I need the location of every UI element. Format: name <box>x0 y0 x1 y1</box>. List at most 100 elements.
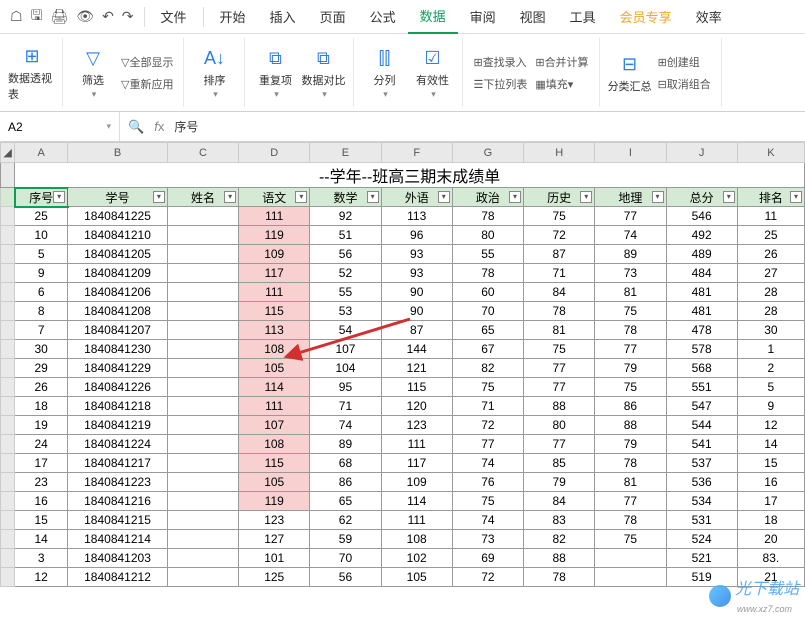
cell[interactable]: 70 <box>452 302 523 321</box>
cell[interactable]: 75 <box>452 378 523 397</box>
cell[interactable]: 524 <box>666 530 737 549</box>
cell[interactable]: 67 <box>452 340 523 359</box>
cell[interactable]: 1840841208 <box>68 302 168 321</box>
cell[interactable]: 115 <box>239 454 310 473</box>
create-group-button[interactable]: ⊞ 创建组 <box>654 51 715 73</box>
cell[interactable]: 9 <box>737 397 804 416</box>
redo-icon[interactable]: ↷ <box>122 8 134 25</box>
cell[interactable]: 9 <box>15 264 68 283</box>
col-H[interactable]: H <box>524 143 595 163</box>
cell[interactable]: 17 <box>15 454 68 473</box>
cell[interactable]: 24 <box>15 435 68 454</box>
subtotal-button[interactable]: ⊟ 分类汇总 <box>606 38 654 108</box>
cell[interactable]: 127 <box>239 530 310 549</box>
cell[interactable]: 144 <box>381 340 452 359</box>
cell[interactable]: 85 <box>524 454 595 473</box>
cell[interactable]: 108 <box>239 340 310 359</box>
search-icon[interactable]: 🔍 <box>128 119 144 135</box>
filter-icon[interactable]: ▾ <box>509 191 521 203</box>
cell[interactable]: 26 <box>15 378 68 397</box>
cell[interactable]: 547 <box>666 397 737 416</box>
column-headers[interactable]: ◢ A B C D E F G H I J K <box>1 143 805 163</box>
col-B[interactable]: B <box>68 143 168 163</box>
save-icon[interactable]: 🖫 <box>31 5 43 29</box>
cell[interactable]: 59 <box>310 530 381 549</box>
cell[interactable]: 125 <box>239 568 310 587</box>
cell[interactable]: 88 <box>595 416 666 435</box>
cell[interactable] <box>167 473 238 492</box>
cell[interactable]: 76 <box>452 473 523 492</box>
cell[interactable]: 89 <box>595 245 666 264</box>
cell[interactable]: 1840841207 <box>68 321 168 340</box>
col-C[interactable]: C <box>167 143 238 163</box>
cell[interactable]: 79 <box>524 473 595 492</box>
cell[interactable]: 75 <box>524 340 595 359</box>
cell[interactable]: 78 <box>595 454 666 473</box>
cell[interactable] <box>167 283 238 302</box>
cell[interactable]: 1840841209 <box>68 264 168 283</box>
cell[interactable]: 74 <box>595 226 666 245</box>
cell[interactable]: 111 <box>381 511 452 530</box>
cell[interactable]: 78 <box>595 321 666 340</box>
cell[interactable]: 95 <box>310 378 381 397</box>
cell[interactable]: 105 <box>239 359 310 378</box>
menu-efficiency[interactable]: 效率 <box>684 0 734 34</box>
cell[interactable]: 81 <box>595 473 666 492</box>
cell[interactable]: 7 <box>15 321 68 340</box>
cell[interactable] <box>167 302 238 321</box>
cell[interactable]: 23 <box>15 473 68 492</box>
cell[interactable]: 79 <box>595 435 666 454</box>
cell[interactable]: 87 <box>524 245 595 264</box>
cell[interactable]: 74 <box>452 454 523 473</box>
cell[interactable]: 89 <box>310 435 381 454</box>
cell[interactable]: 25 <box>737 226 804 245</box>
cell[interactable]: 78 <box>452 207 523 226</box>
home-icon[interactable]: ☖ <box>10 8 23 25</box>
col-E[interactable]: E <box>310 143 381 163</box>
cell[interactable]: 16 <box>737 473 804 492</box>
cell[interactable]: 78 <box>524 568 595 587</box>
cell[interactable] <box>167 226 238 245</box>
cell[interactable] <box>167 245 238 264</box>
cell[interactable]: 56 <box>310 245 381 264</box>
cell[interactable] <box>167 530 238 549</box>
filter-icon[interactable]: ▾ <box>295 191 307 203</box>
cell[interactable]: 114 <box>239 378 310 397</box>
cell[interactable] <box>167 568 238 587</box>
cell[interactable]: 105 <box>381 568 452 587</box>
col-K[interactable]: K <box>737 143 804 163</box>
cell[interactable]: 5 <box>737 378 804 397</box>
cell[interactable]: 84 <box>524 492 595 511</box>
cell[interactable]: 536 <box>666 473 737 492</box>
cell[interactable]: 73 <box>595 264 666 283</box>
hdr-politics[interactable]: 政治▾ <box>452 188 523 207</box>
cell[interactable] <box>167 397 238 416</box>
duplicates-button[interactable]: ⧉ 重复项 <box>251 38 299 108</box>
sort-button[interactable]: A↓ 排序 <box>190 38 238 108</box>
cell[interactable]: 1 <box>737 340 804 359</box>
cell[interactable]: 80 <box>524 416 595 435</box>
cell[interactable]: 534 <box>666 492 737 511</box>
hdr-name[interactable]: 姓名▾ <box>167 188 238 207</box>
cell[interactable]: 12 <box>15 568 68 587</box>
validity-button[interactable]: ☑ 有效性 <box>408 38 456 108</box>
cell[interactable]: 78 <box>452 264 523 283</box>
cell[interactable]: 77 <box>524 435 595 454</box>
cell[interactable]: 12 <box>737 416 804 435</box>
cell[interactable]: 96 <box>381 226 452 245</box>
cell[interactable]: 72 <box>452 568 523 587</box>
cell[interactable]: 52 <box>310 264 381 283</box>
cell[interactable]: 478 <box>666 321 737 340</box>
print-icon[interactable]: 🖨 <box>51 8 69 25</box>
cell[interactable]: 73 <box>452 530 523 549</box>
cell[interactable]: 1840841224 <box>68 435 168 454</box>
cell[interactable]: 82 <box>452 359 523 378</box>
cell[interactable]: 75 <box>595 378 666 397</box>
cell[interactable] <box>167 359 238 378</box>
cell[interactable]: 18 <box>15 397 68 416</box>
cell[interactable] <box>167 416 238 435</box>
menu-view[interactable]: 视图 <box>508 0 558 34</box>
compare-button[interactable]: ⧉ 数据对比 <box>299 38 347 108</box>
cell[interactable] <box>167 321 238 340</box>
cell[interactable] <box>167 264 238 283</box>
